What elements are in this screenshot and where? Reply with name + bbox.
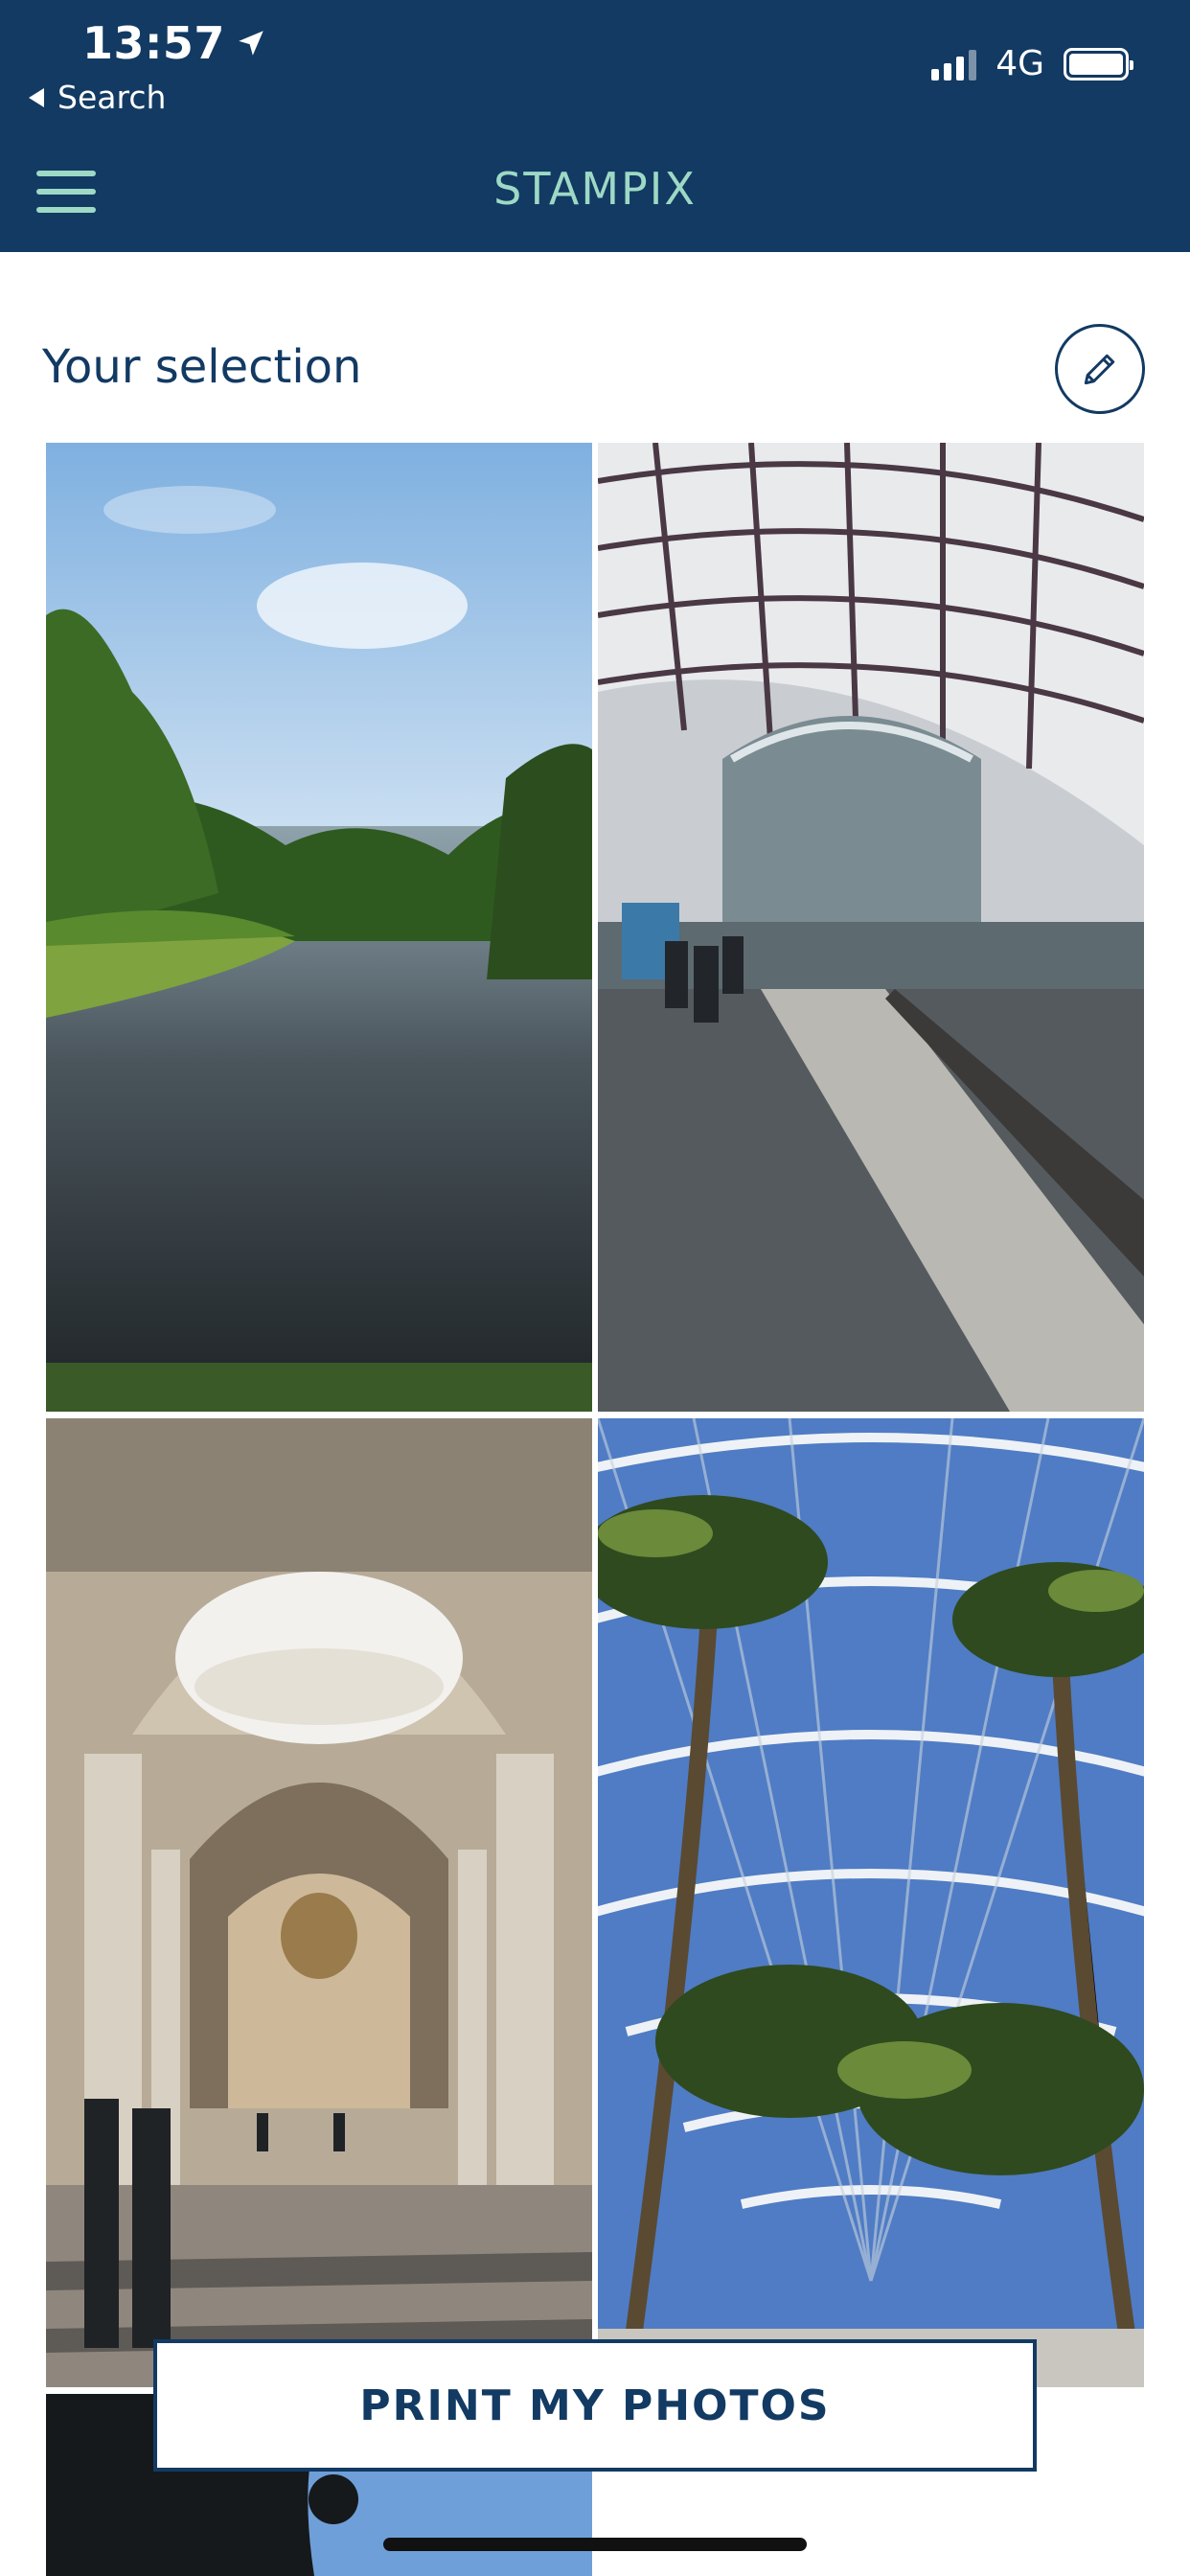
photo-thumbnail[interactable] <box>46 1418 592 2387</box>
domed-hall-image <box>46 1418 592 2387</box>
print-photos-button[interactable]: PRINT MY PHOTOS <box>153 2339 1037 2472</box>
train-station-image <box>598 443 1144 1412</box>
status-time-text: 13:57 <box>82 17 225 69</box>
back-to-search-link[interactable]: Search <box>29 79 166 116</box>
location-arrow-icon <box>239 31 263 56</box>
app-title: STAMPIX <box>493 163 697 215</box>
app-header: 13:57 Search 4G STAMPIX <box>0 0 1190 252</box>
section-title: Your selection <box>42 340 362 394</box>
photo-thumbnail[interactable] <box>46 443 592 1412</box>
battery-icon <box>1064 47 1133 80</box>
status-indicators: 4G <box>931 44 1133 83</box>
photo-thumbnail[interactable] <box>598 443 1144 1412</box>
pencil-icon <box>1084 354 1115 385</box>
edit-selection-button[interactable] <box>1055 324 1145 414</box>
home-indicator <box>383 2538 807 2551</box>
photo-thumbnail[interactable] <box>598 1418 1144 2387</box>
network-type: 4G <box>995 44 1044 83</box>
status-time: 13:57 <box>82 17 267 69</box>
palm-arcade-image <box>598 1418 1144 2387</box>
back-label: Search <box>57 79 167 116</box>
signal-bars-icon <box>931 48 977 80</box>
back-triangle-icon <box>29 87 44 107</box>
print-button-label: PRINT MY PHOTOS <box>359 2380 831 2430</box>
park-river-image <box>46 443 592 1412</box>
